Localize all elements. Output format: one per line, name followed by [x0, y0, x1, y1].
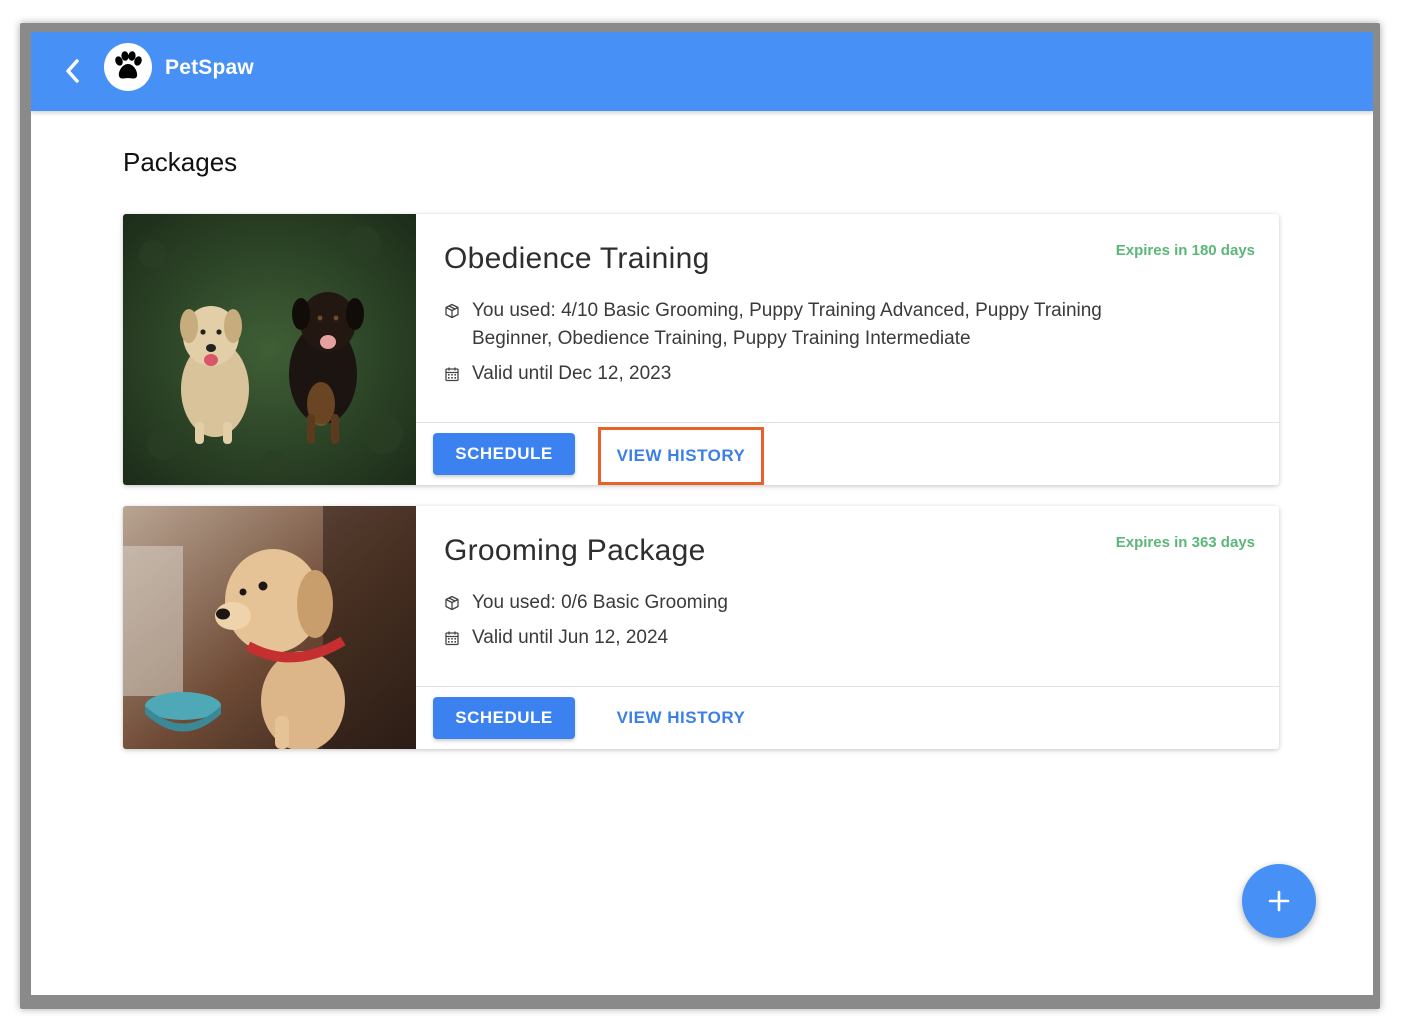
expires-badge: Expires in 180 days — [1115, 242, 1255, 259]
schedule-button[interactable]: SCHEDULE — [433, 433, 575, 475]
calendar-icon — [445, 631, 459, 646]
package-image-puppy — [123, 506, 416, 749]
package-card: Grooming Package Expires in 363 days You… — [123, 506, 1279, 749]
card-divider — [416, 422, 1279, 423]
validity-text: Valid until Jun 12, 2024 — [472, 627, 669, 648]
app-title: PetSpaw — [165, 56, 254, 79]
page-title: Packages — [123, 147, 238, 177]
schedule-button[interactable]: SCHEDULE — [433, 697, 575, 739]
usage-row: You used: 0/6 Basic Grooming — [444, 589, 1172, 617]
app-logo — [104, 43, 152, 91]
expires-badge: Expires in 363 days — [1115, 534, 1255, 551]
chevron-left-icon[interactable] — [61, 54, 85, 88]
validity-text: Valid until Dec 12, 2023 — [472, 363, 672, 384]
box-icon — [445, 595, 459, 611]
paw-icon — [115, 51, 142, 79]
package-card-body: Obedience Training Expires in 180 days Y… — [416, 214, 1279, 485]
box-icon — [445, 303, 459, 319]
usage-text: You used: 4/10 Basic Grooming, Puppy Tra… — [472, 300, 1102, 349]
usage-row: You used: 4/10 Basic Grooming, Puppy Tra… — [444, 297, 1172, 353]
usage-text: You used: 0/6 Basic Grooming — [472, 592, 728, 613]
package-card: Obedience Training Expires in 180 days Y… — [123, 214, 1279, 485]
plus-icon — [1268, 890, 1290, 912]
package-card-body: Grooming Package Expires in 363 days You… — [416, 506, 1279, 749]
view-history-button[interactable]: VIEW HISTORY — [598, 427, 764, 485]
add-package-button[interactable] — [1242, 864, 1316, 938]
package-title: Grooming Package — [444, 534, 706, 567]
app-bar: PetSpaw — [31, 32, 1373, 111]
view-history-button[interactable]: VIEW HISTORY — [598, 689, 764, 747]
validity-row: Valid until Dec 12, 2023 — [444, 360, 1172, 388]
calendar-icon — [445, 367, 459, 382]
app-screen: PetSpaw Packages Obedience Training Expi… — [31, 32, 1373, 995]
card-divider — [416, 686, 1279, 687]
package-title: Obedience Training — [444, 242, 710, 275]
validity-row: Valid until Jun 12, 2024 — [444, 624, 1172, 652]
package-image-two-dogs — [123, 214, 416, 485]
